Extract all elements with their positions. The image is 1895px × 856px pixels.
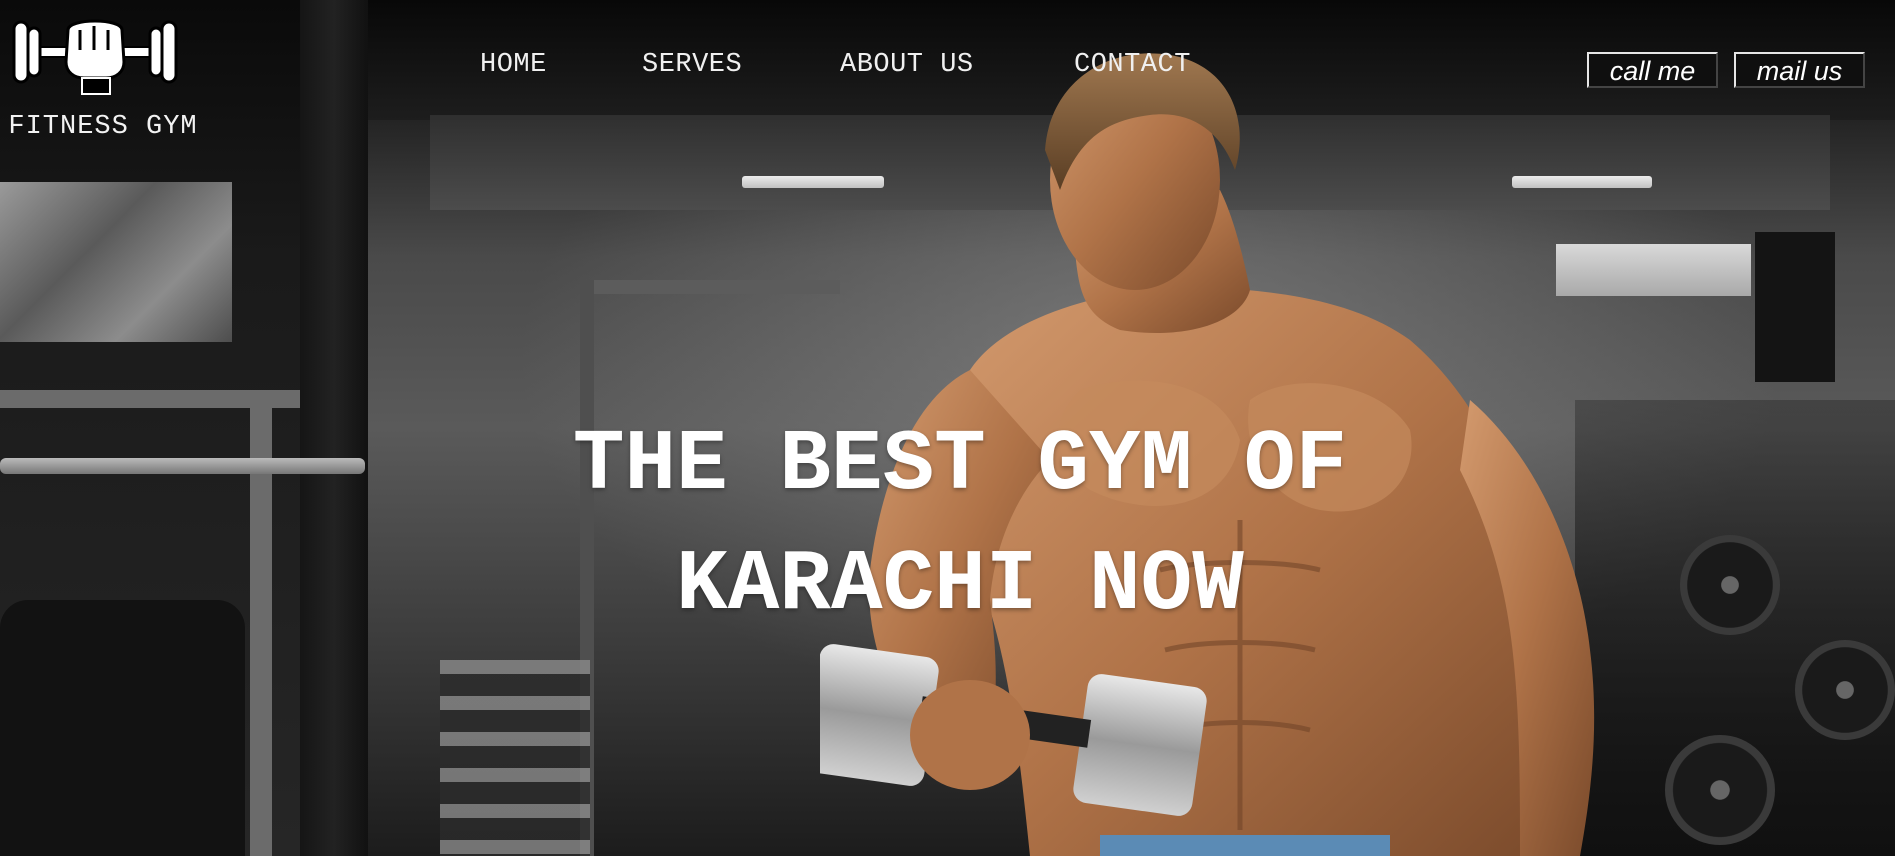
background-dumbbell-rack (440, 660, 590, 856)
background-weight-plate (1795, 640, 1895, 740)
hero-line-1: THE BEST GYM OF (572, 416, 1348, 514)
background-rack (580, 280, 840, 294)
mail-us-button[interactable]: mail us (1734, 52, 1865, 88)
hero-heading: THE BEST GYM OF KARACHI NOW (460, 405, 1460, 645)
background-barbell (0, 458, 365, 474)
background-mirror (0, 182, 232, 342)
call-me-button[interactable]: call me (1587, 52, 1718, 88)
nav-serves[interactable]: SERVES (642, 50, 742, 80)
fist-barbell-icon (12, 19, 178, 95)
nav-about-us[interactable]: ABOUT US (840, 50, 974, 80)
nav-home[interactable]: HOME (480, 50, 547, 80)
background-bench (0, 600, 245, 856)
brand-name: H FITNESS GYM (0, 112, 198, 142)
page: H FITNESS GYM HOME SERVES ABOUT US CONTA… (0, 0, 1895, 856)
background-speaker (1755, 232, 1835, 382)
hero-line-2: KARACHI NOW (676, 536, 1244, 634)
background-pillar (300, 0, 368, 856)
background-weight-plate (1665, 735, 1775, 845)
background-weight-plate (1680, 535, 1780, 635)
nav-contact[interactable]: CONTACT (1074, 50, 1191, 80)
